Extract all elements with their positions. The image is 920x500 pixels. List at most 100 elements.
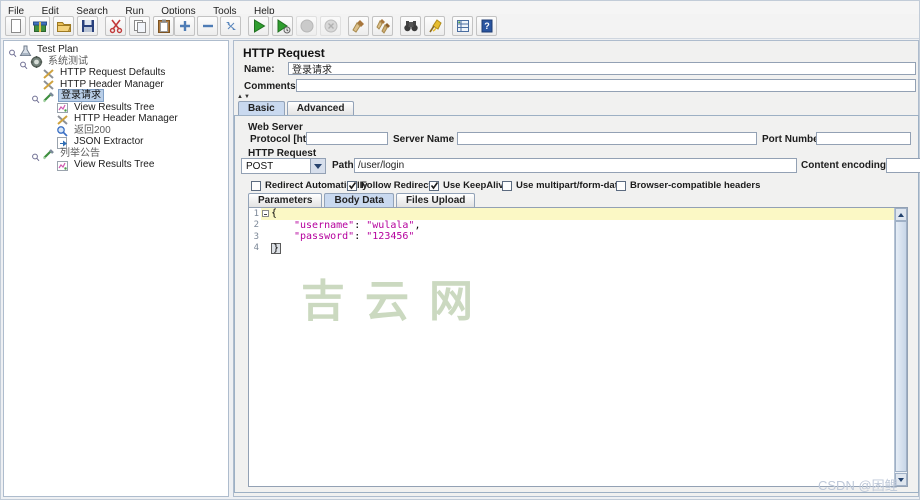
toolbar: ? <box>1 14 919 39</box>
open-folder-icon <box>56 18 72 34</box>
menu-bar: File Edit Search Run Options Tools Help <box>1 1 919 14</box>
checkbox-unchecked-icon[interactable] <box>502 181 512 191</box>
templates-button[interactable] <box>29 16 50 36</box>
tree-item-json-extractor[interactable]: JSON Extractor <box>4 136 228 148</box>
new-button[interactable] <box>5 16 26 36</box>
content-encoding-label: Content encoding: <box>801 160 889 171</box>
content-encoding-input[interactable] <box>886 158 920 173</box>
expand-handle-icon[interactable] <box>19 57 28 66</box>
editor-line: 4 } <box>249 243 907 255</box>
tab-files-upload[interactable]: Files Upload <box>396 193 475 207</box>
collapse-expand-arrows-icon[interactable]: ▲▼ <box>237 94 251 100</box>
scroll-up-icon[interactable] <box>895 208 907 221</box>
start-no-pauses-button[interactable] <box>272 16 293 36</box>
wrench-icon <box>42 67 55 79</box>
results-tree-icon <box>56 159 69 171</box>
clear-all-brushes-icon <box>375 18 391 34</box>
shutdown-icon <box>323 18 339 34</box>
web-server-group-label: Web Server <box>248 122 303 133</box>
start-no-pauses-icon <box>275 18 291 34</box>
minus-icon <box>200 18 216 34</box>
remove-button[interactable] <box>197 16 218 36</box>
expand-handle-icon[interactable] <box>31 91 40 100</box>
wrench-icon <box>42 78 55 90</box>
page-title: HTTP Request <box>243 46 325 60</box>
copy-icon <box>132 18 148 34</box>
paste-button[interactable] <box>153 16 174 36</box>
tree-item-http-header-manager-2[interactable]: HTTP Header Manager <box>4 113 228 125</box>
tree-item-thread-group[interactable]: 系统测试 <box>4 56 228 68</box>
tab-basic[interactable]: Basic <box>238 101 285 115</box>
scrollbar-thumb[interactable] <box>895 221 907 472</box>
test-plan-tree: Test Plan 系统测试 HTTP Request Defaults HTT… <box>3 40 229 497</box>
new-file-icon <box>8 18 24 34</box>
thread-group-icon <box>30 55 43 67</box>
option-browser-compatible-headers[interactable]: Browser-compatible headers <box>616 180 760 191</box>
tree-item-list-announcements[interactable]: 列举公告 <box>4 148 228 160</box>
server-name-input[interactable] <box>457 132 757 145</box>
comments-label: Comments: <box>244 81 299 92</box>
stop-icon <box>299 18 315 34</box>
function-helper-button[interactable] <box>452 16 473 36</box>
clear-button[interactable] <box>348 16 369 36</box>
save-button[interactable] <box>77 16 98 36</box>
add-button[interactable] <box>174 16 195 36</box>
clear-brush-icon <box>351 18 367 34</box>
option-use-keepalive[interactable]: Use KeepAlive <box>429 180 509 191</box>
duster-icon <box>427 18 443 34</box>
body-tabstrip: Parameters Body Data Files Upload <box>248 193 477 207</box>
results-tree-icon <box>56 101 69 113</box>
editor-line: 1 { <box>249 208 907 220</box>
scroll-down-icon[interactable] <box>895 473 907 486</box>
http-sampler-icon <box>42 147 55 159</box>
fold-collapse-icon[interactable] <box>262 210 269 217</box>
templates-gift-icon <box>32 18 48 34</box>
path-input[interactable] <box>354 158 797 173</box>
checkbox-checked-icon[interactable] <box>347 181 357 191</box>
comments-input[interactable] <box>296 79 916 92</box>
tab-body-data[interactable]: Body Data <box>324 193 393 207</box>
svg-text:?: ? <box>484 21 490 31</box>
checkbox-unchecked-icon[interactable] <box>251 181 261 191</box>
tab-parameters[interactable]: Parameters <box>248 193 322 207</box>
magnifier-icon <box>56 124 69 136</box>
expand-handle-icon[interactable] <box>8 45 17 54</box>
restart-button[interactable] <box>220 16 241 36</box>
start-play-icon <box>251 18 267 34</box>
clear-all-button[interactable] <box>372 16 393 36</box>
stop-button[interactable] <box>296 16 317 36</box>
tree-item-http-header-manager-1[interactable]: HTTP Header Manager <box>4 79 228 91</box>
tree-item-test-plan[interactable]: Test Plan <box>4 44 228 56</box>
option-follow-redirects[interactable]: Follow Redirects <box>347 180 437 191</box>
search-button[interactable] <box>400 16 421 36</box>
name-input[interactable] <box>288 62 916 75</box>
option-use-multipart[interactable]: Use multipart/form-data <box>502 180 623 191</box>
cut-button[interactable] <box>105 16 126 36</box>
checkbox-unchecked-icon[interactable] <box>616 181 626 191</box>
editor-vertical-scrollbar[interactable] <box>894 208 907 486</box>
expand-handle-icon[interactable] <box>31 149 40 158</box>
checkbox-checked-icon[interactable] <box>429 181 439 191</box>
tree-item-login-request[interactable]: 登录请求 <box>4 90 228 102</box>
port-number-input[interactable] <box>816 132 911 145</box>
search-reset-button[interactable] <box>424 16 445 36</box>
restart-arrows-icon <box>223 18 239 34</box>
copy-button[interactable] <box>129 16 150 36</box>
shutdown-button[interactable] <box>320 16 341 36</box>
body-data-editor[interactable]: 1 { 2 "username": "wulala", 3 "password"… <box>248 207 908 487</box>
method-select[interactable]: POST <box>241 158 326 174</box>
protocol-input[interactable] <box>306 132 388 145</box>
wrench-icon <box>56 113 69 125</box>
combo-arrow-icon[interactable] <box>310 159 325 173</box>
main-tabstrip: Basic Advanced <box>238 101 356 115</box>
tree-item-assertion-200[interactable]: 返回200 <box>4 125 228 137</box>
help-button[interactable]: ? <box>476 16 497 36</box>
tree-item-http-request-defaults[interactable]: HTTP Request Defaults <box>4 67 228 79</box>
save-floppy-icon <box>80 18 96 34</box>
start-button[interactable] <box>248 16 269 36</box>
cut-scissors-icon <box>108 18 124 34</box>
open-button[interactable] <box>53 16 74 36</box>
tab-advanced[interactable]: Advanced <box>287 101 355 115</box>
function-helper-grid-icon <box>455 18 471 34</box>
editor-line: 2 "username": "wulala", <box>249 220 907 232</box>
